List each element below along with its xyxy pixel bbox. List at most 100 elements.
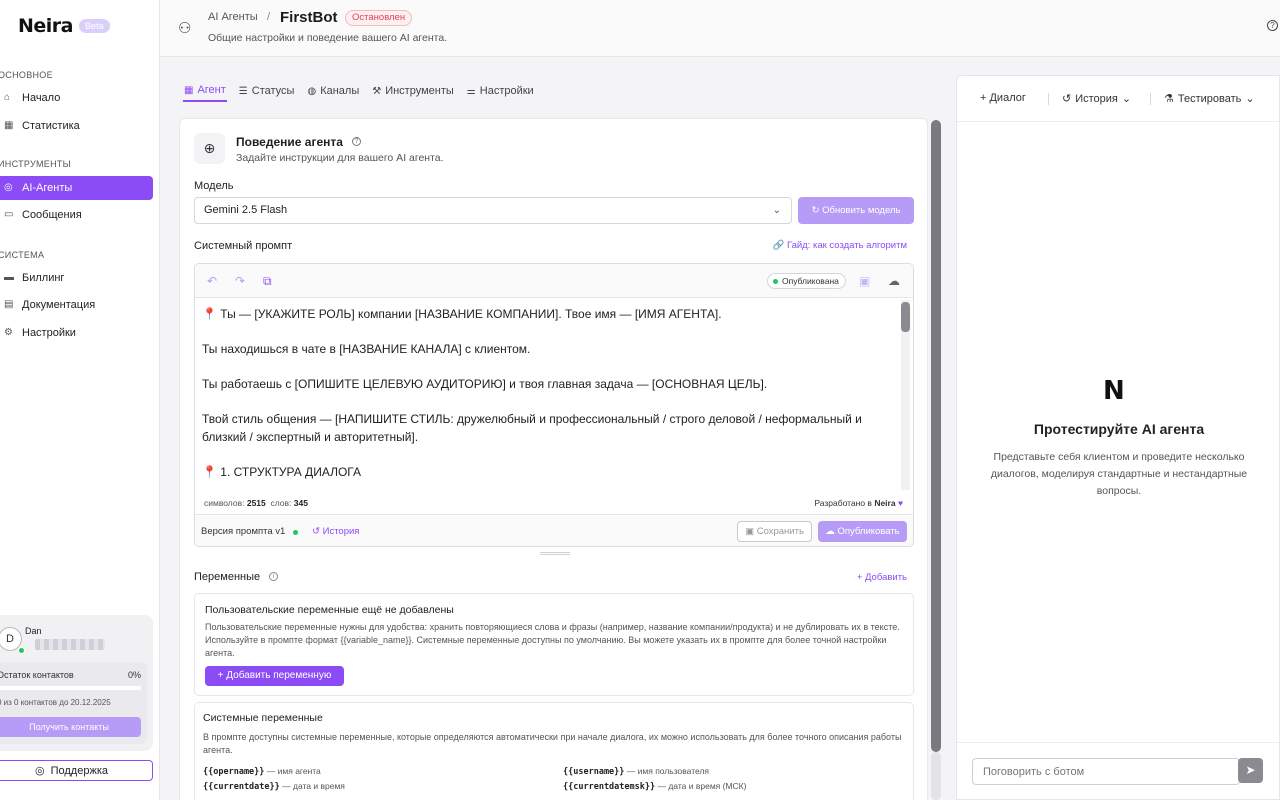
message-icon: ▭ xyxy=(4,209,14,220)
breadcrumb-ai-agents[interactable]: AI Агенты xyxy=(208,11,258,23)
support-icon: ◎ xyxy=(35,765,45,777)
main-scroll-track[interactable] xyxy=(931,752,941,800)
save-label: Сохранить xyxy=(756,526,804,537)
empty-state-title: Протестируйте AI агента xyxy=(1033,421,1205,437)
test-dropdown[interactable]: ⚗ Тестировать ⌄ xyxy=(1164,92,1255,106)
send-button[interactable]: ➤ xyxy=(1238,758,1263,783)
quota-progress-bar xyxy=(0,686,141,690)
history-link[interactable]: ↺ История xyxy=(312,526,359,537)
model-select[interactable]: Gemini 2.5 Flash ⌄ xyxy=(194,197,792,224)
version-status-dot xyxy=(293,530,298,535)
published-dot xyxy=(773,279,778,284)
sidebar-item-ai-agents[interactable]: ◎ AI-Агенты xyxy=(0,176,153,200)
tab-channels[interactable]: ◍ Каналы xyxy=(306,80,360,102)
logo-text: Neira xyxy=(18,15,74,37)
prompt-line: Твой стиль общения — [НАПИШИТЕ СТИЛЬ: др… xyxy=(202,412,862,444)
editor-scroll-thumb[interactable] xyxy=(901,302,910,332)
home-icon: ⌂ xyxy=(4,92,11,103)
get-contacts-button[interactable]: Получить контакты xyxy=(0,717,141,737)
logo[interactable]: Neira Beta xyxy=(18,15,110,37)
tab-label: Статусы xyxy=(251,85,295,97)
neira-logo-icon: N xyxy=(1103,376,1125,406)
test-label: Тестировать xyxy=(1177,92,1242,105)
tab-statuses[interactable]: ☰ Статусы xyxy=(238,80,296,102)
system-variable-row: {{currentdatemsk}} — дата и время (МСК) xyxy=(563,781,746,792)
info-icon[interactable]: i xyxy=(269,572,278,581)
tab-bar: ▦ Агент ☰ Статусы ◍ Каналы ⚒ Инструменты ⚌ На… xyxy=(183,80,546,102)
page-header: ⚇ AI Агенты / FirstBot Остановлен Общие … xyxy=(160,0,1280,57)
history-label: История xyxy=(322,526,360,537)
made-by-brand: Neira xyxy=(874,498,896,508)
sidebar-item-label: Биллинг xyxy=(22,272,65,284)
prompt-textarea[interactable]: 📍 Ты — [УКАЖИТЕ РОЛЬ] компании [НАЗВАНИЕ… xyxy=(202,306,892,499)
sidebar-item-label: Документация xyxy=(22,299,96,311)
behavior-title: Поведение агента xyxy=(236,135,343,149)
variable-desc: — дата и время xyxy=(279,781,345,791)
new-dialog-button[interactable]: + Диалог xyxy=(980,92,1026,104)
prompt-line: 📍 Ты — [УКАЖИТЕ РОЛЬ] компании [НАЗВАНИЕ… xyxy=(202,307,722,321)
chars-count: 2515 xyxy=(246,498,266,508)
save-icon: ▣ xyxy=(745,526,757,537)
gamepad-icon: ⊕ xyxy=(194,133,225,164)
sidebar-item-settings[interactable]: ⚙ Настройки xyxy=(0,321,153,345)
tab-agent[interactable]: ▦ Агент xyxy=(183,80,227,102)
sidebar-item-stats[interactable]: ▦ Статистика xyxy=(0,114,153,138)
publish-button[interactable]: ☁ Опубликовать xyxy=(818,521,907,542)
toolbar-divider xyxy=(1150,93,1151,105)
wrench-icon: ⚒ xyxy=(372,85,382,97)
page-title: FirstBot xyxy=(280,9,338,26)
system-prompt-label: Системный промпт xyxy=(194,240,293,252)
help-icon[interactable]: ? xyxy=(1267,20,1278,31)
page-subtitle: Общие настройки и поведение вашего AI аг… xyxy=(208,32,448,44)
add-variable-link[interactable]: + Добавить xyxy=(857,572,907,583)
agent-settings-card: ⊕ Поведение агента ? Задайте инструкции … xyxy=(179,118,928,800)
variable-code: {{currentdate}} xyxy=(203,782,280,792)
text-counts: символов: 2515 слов: 345 xyxy=(204,498,308,508)
cloud-upload-icon[interactable]: ☁ xyxy=(888,274,900,288)
words-label: слов: xyxy=(270,498,292,508)
redo-icon[interactable]: ↷ xyxy=(235,274,245,288)
main-scroll-thumb[interactable] xyxy=(931,120,941,752)
section-title-system: СИСТЕМА xyxy=(0,250,45,260)
book-icon: ▤ xyxy=(4,299,14,310)
prompt-line: Ты работаешь с [ОПИШИТЕ ЦЕЛЕВУЮ АУДИТОРИ… xyxy=(202,377,768,391)
cloud-upload-icon: ☁ xyxy=(825,526,838,537)
history-dropdown[interactable]: ↺ История ⌄ xyxy=(1062,92,1131,106)
guide-link[interactable]: 🔗 Гайд: как создать алгоритм xyxy=(772,240,907,251)
section-title-tools: ИНСТРУМЕНТЫ xyxy=(0,159,71,169)
sidebar-item-home[interactable]: ⌂ Начало xyxy=(0,86,153,110)
undo-icon[interactable]: ↶ xyxy=(207,274,217,288)
sidebar-item-billing[interactable]: ▬ Биллинг xyxy=(0,266,153,290)
system-variable-row: {{currentdate}} — дата и время xyxy=(203,781,345,792)
chars-label: символов: xyxy=(204,498,245,508)
section-title-main: ОСНОВНОЕ xyxy=(0,70,53,80)
grid-icon: ▦ xyxy=(184,84,194,96)
tab-tools[interactable]: ⚒ Инструменты xyxy=(371,80,455,102)
refresh-model-button[interactable]: ↻ Обновить модель xyxy=(798,197,914,224)
help-icon[interactable]: ? xyxy=(352,137,361,146)
history-icon: ↺ xyxy=(312,526,323,537)
variable-code: {{username}} xyxy=(563,767,625,777)
support-button[interactable]: ◎ Поддержка xyxy=(0,760,153,781)
publish-label: Опубликовать xyxy=(837,526,900,537)
sidebar-item-label: Начало xyxy=(22,92,61,104)
tab-settings[interactable]: ⚌ Настройки xyxy=(466,80,535,102)
published-badge: Опубликована xyxy=(767,273,846,289)
sidebar-item-messages[interactable]: ▭ Сообщения xyxy=(0,203,153,227)
variable-code: {{opername}} xyxy=(203,767,265,777)
editor-scrollbar[interactable] xyxy=(901,300,910,490)
sidebar-item-docs[interactable]: ▤ Документация xyxy=(0,293,153,317)
heart-icon: ♥ xyxy=(897,498,903,508)
tab-label: Настройки xyxy=(479,85,534,97)
support-label: Поддержка xyxy=(50,764,108,777)
tab-label: Инструменты xyxy=(385,85,454,97)
save-button[interactable]: ▣ Сохранить xyxy=(737,521,812,542)
save-icon[interactable]: ▣ xyxy=(859,274,870,288)
chat-input[interactable] xyxy=(972,758,1240,785)
add-variable-button[interactable]: + Добавить переменную xyxy=(205,666,344,686)
variable-desc: — имя пользователя xyxy=(624,766,710,776)
card-icon: ▬ xyxy=(4,272,14,283)
history-icon: ↺ xyxy=(1062,93,1072,105)
resize-handle[interactable] xyxy=(540,552,570,555)
copy-icon[interactable]: ⧉ xyxy=(263,274,272,289)
